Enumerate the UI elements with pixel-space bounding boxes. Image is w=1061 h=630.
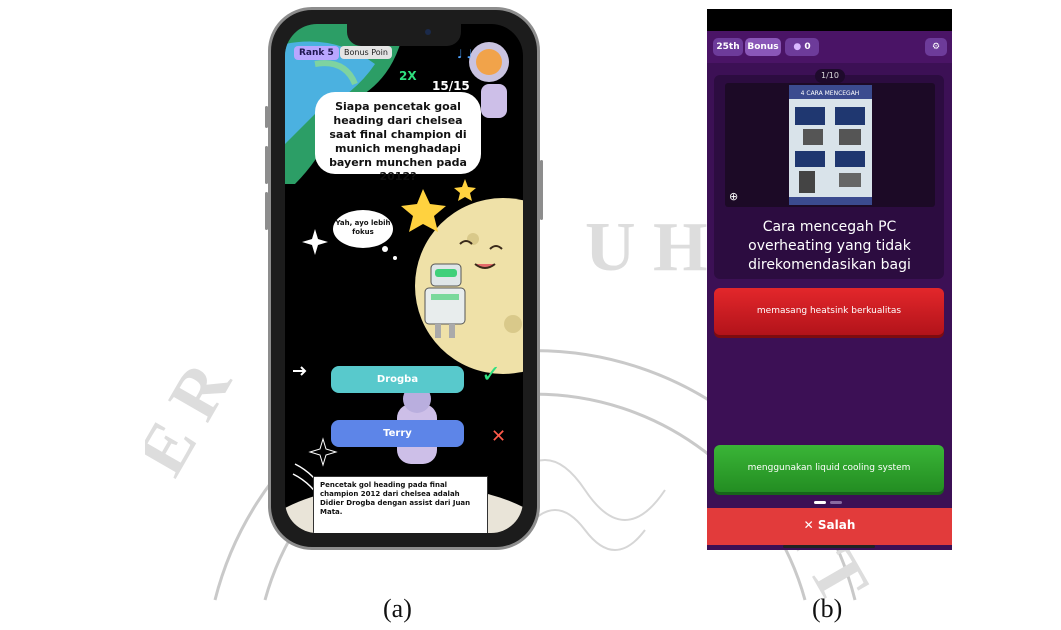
mute-switch [265,106,268,128]
quiz-app-screen-b: 25th Bonus ● 0 ⚙ 4 CARA MENCEGAH 1/10 ⊕ … [707,9,952,550]
svg-text:E R: E R [145,349,247,488]
gear-icon: ⚙ [931,42,941,52]
svg-text:U H: U H [585,209,708,286]
answer-option-wrong[interactable]: Terry [331,420,464,447]
drop-icon: ● [793,42,802,52]
result-banner: ✕ Salah [707,508,952,545]
rank-chip: 25th [713,38,743,56]
app-header [707,31,952,63]
volume-down-button [265,192,268,230]
cross-icon: ✕ [491,426,507,447]
poster-title: 4 CARA MENCEGAH [801,90,860,97]
checkmark-icon: ✓ [481,360,502,388]
answer-option-wrong[interactable]: memasang heatsink berkualitas [714,288,944,335]
bonus-chip: Bonus [745,38,781,56]
status-bar [707,9,952,31]
answer-option-correct[interactable]: menggunakan liquid cooling system [714,445,944,492]
explanation-box: Pencetak gol heading pada final champion… [313,476,488,533]
bonus-points-badge: Bonus Poin [340,46,392,59]
multiplier-label: 2X [399,69,417,83]
zoom-icon[interactable]: ⊕ [729,190,738,203]
question-counter: 15/15 [432,79,470,93]
camera-icon [425,29,431,35]
quiz-screen: ♩ ♩ Rank 5 Bonus Poin 2X 15/15 Siapa pen… [285,24,523,533]
question-image-poster[interactable]: 4 CARA MENCEGAH [789,85,872,205]
poster-graphic: 4 CARA MENCEGAH [789,85,872,205]
svg-text:♩ ♩: ♩ ♩ [457,47,472,61]
phone-notch [347,24,461,46]
volume-up-button [265,146,268,184]
phone-mockup-a: ♩ ♩ Rank 5 Bonus Poin 2X 15/15 Siapa pen… [265,7,543,550]
caption-b: (b) [812,594,843,623]
drops-chip: ● 0 [785,38,819,56]
caption-a: (a) [383,594,412,623]
settings-button[interactable]: ⚙ [925,38,947,56]
question-bubble: Siapa pencetak goal heading dari chelsea… [315,92,481,183]
rank-badge: Rank 5 [294,46,339,60]
drops-count: 0 [804,42,811,52]
home-indicator [783,545,875,548]
mascot-thought-bubble: Yah, ayo lebih fokus [333,210,393,248]
page-indicator [814,501,842,504]
close-icon: ✕ [803,518,814,532]
power-button [540,160,543,220]
question-text: Cara mencegah PC overheating yang tidak … [748,219,911,273]
result-label: Salah [817,518,856,532]
question-number: 1/10 [815,69,845,83]
answer-option-correct[interactable]: Drogba [331,366,464,393]
